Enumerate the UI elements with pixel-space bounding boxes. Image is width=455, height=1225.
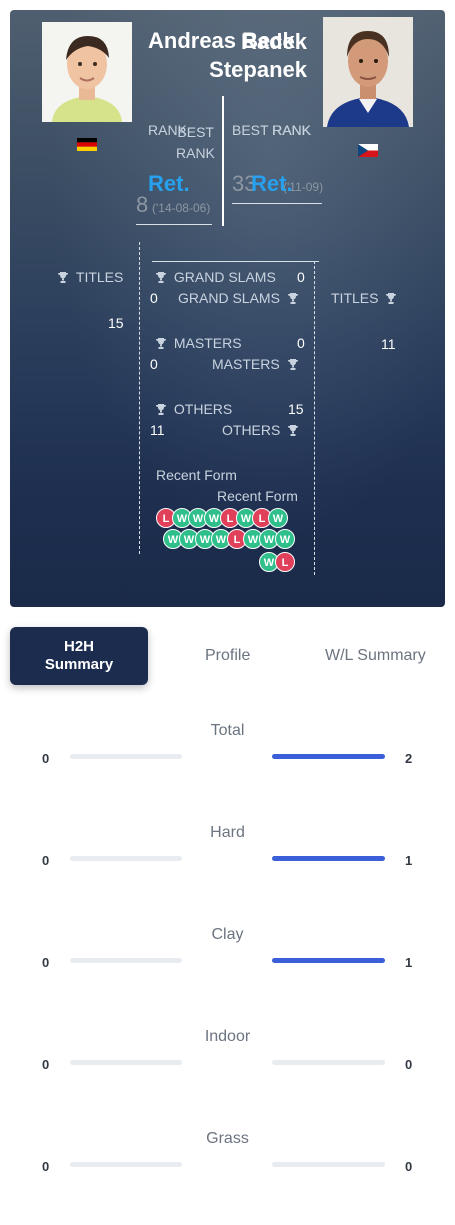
titles-label: TITLES [75, 269, 124, 285]
player2-win-count: 0 [405, 1159, 413, 1174]
trophy-icon [156, 402, 166, 415]
stats-top-line [152, 261, 319, 262]
player1-best-rank-date: ('14-08-06) [152, 201, 211, 215]
stats-left-divider [139, 242, 140, 554]
tab-h2h-summary[interactable]: H2H Summary [10, 627, 148, 685]
germany-flag-icon [77, 138, 97, 151]
player2-bar-track [272, 1162, 385, 1167]
player1-others-value: 11 [150, 422, 165, 438]
player2-masters-label: MASTERS [212, 356, 298, 372]
player2-bar-fill [272, 754, 385, 759]
player2-bar-track [272, 1060, 385, 1065]
tab-wl-summary[interactable]: W/L Summary [325, 647, 426, 665]
summary-category-label: Indoor [204, 1028, 251, 1045]
titles-label: TITLES [331, 290, 379, 306]
player1-masters-value: 0 [150, 356, 158, 372]
player1-photo[interactable] [42, 22, 132, 122]
summary-category-label: Clay [211, 926, 244, 943]
player2-name[interactable]: Radek Stepanek [167, 28, 307, 84]
player1-bar-track [70, 1060, 182, 1065]
tab-profile[interactable]: Profile [205, 647, 250, 665]
others-label: OTHERS [173, 401, 233, 417]
player1-bar-track [70, 856, 182, 861]
player2-titles-value: 11 [381, 336, 396, 352]
player1-others-label: OTHERS [156, 401, 232, 417]
grand-slams-label: GRAND SLAMS [178, 290, 280, 306]
player2-bar-fill [272, 856, 385, 861]
player1-bar-track [70, 958, 182, 963]
player1-rank-value: Ret. [148, 171, 190, 196]
form-loss-badge: L [275, 552, 295, 572]
tab-h2h-line1: H2H [63, 638, 94, 655]
trophy-icon [58, 270, 68, 283]
player1-grand-slams-value: 0 [150, 290, 158, 306]
form-win-badge: W [275, 529, 295, 549]
masters-label: MASTERS [212, 356, 280, 372]
grand-slams-label: GRAND SLAMS [173, 269, 276, 285]
player1-win-count: 0 [42, 751, 50, 766]
player1-best-rank-value: 8 [136, 192, 149, 217]
h2h-header-card: Andreas Beck Radek Stepanek RANK BEST RA… [10, 10, 445, 607]
player1-win-count: 0 [42, 1159, 50, 1174]
trophy-icon [287, 291, 298, 304]
player1-rank-underline [136, 224, 212, 225]
summary-category-label: Grass [206, 1130, 249, 1147]
trophy-icon [288, 423, 299, 436]
player2-win-count: 0 [405, 1057, 413, 1072]
player2-rank-value: Ret. [251, 171, 293, 196]
player1-win-count: 0 [42, 955, 50, 970]
player2-others-value: 15 [288, 401, 304, 417]
player2-rank-label: RANK [272, 122, 311, 138]
summary-category-label: Hard [210, 824, 245, 841]
trophy-icon [386, 291, 397, 304]
player1-win-count: 0 [42, 853, 50, 868]
player1-titles-value: 15 [108, 315, 124, 331]
masters-label: MASTERS [173, 335, 242, 351]
player1-bar-track [70, 1162, 182, 1167]
stats-right-divider [314, 261, 315, 575]
player1-bar-track [70, 754, 182, 759]
player1-masters-label: MASTERS [156, 335, 242, 351]
player2-masters-value: 0 [297, 335, 305, 351]
trophy-icon [287, 357, 298, 370]
player2-bar-fill [272, 958, 385, 963]
player1-best-rank-label: BEST RANK [176, 124, 215, 161]
player2-win-count: 1 [405, 955, 413, 970]
player2-win-count: 1 [405, 853, 413, 868]
trophy-icon [156, 336, 166, 349]
player2-titles: TITLES [331, 290, 397, 306]
trophy-icon [156, 270, 166, 283]
player2-win-count: 2 [405, 751, 413, 766]
czech-flag-icon [358, 144, 378, 157]
player2-grand-slams-value: 0 [297, 269, 305, 285]
form-win-badge: W [268, 508, 288, 528]
player2-rank-underline [232, 203, 322, 204]
others-label: OTHERS [222, 422, 281, 438]
player1-grand-slams-label: GRAND SLAMS [156, 269, 276, 285]
player2-grand-slams-label: GRAND SLAMS [178, 290, 298, 306]
player1-recent-form-label: Recent Form [156, 467, 237, 483]
summary-category-label: Total [210, 722, 245, 739]
player2-recent-form-label: Recent Form [217, 488, 298, 504]
player1-titles: TITLES [58, 269, 123, 285]
player1-win-count: 0 [42, 1057, 50, 1072]
player2-others-label: OTHERS [222, 422, 299, 438]
player2-photo[interactable] [323, 17, 413, 127]
rank-divider [222, 96, 224, 226]
tab-h2h-line2: Summary [44, 656, 114, 673]
